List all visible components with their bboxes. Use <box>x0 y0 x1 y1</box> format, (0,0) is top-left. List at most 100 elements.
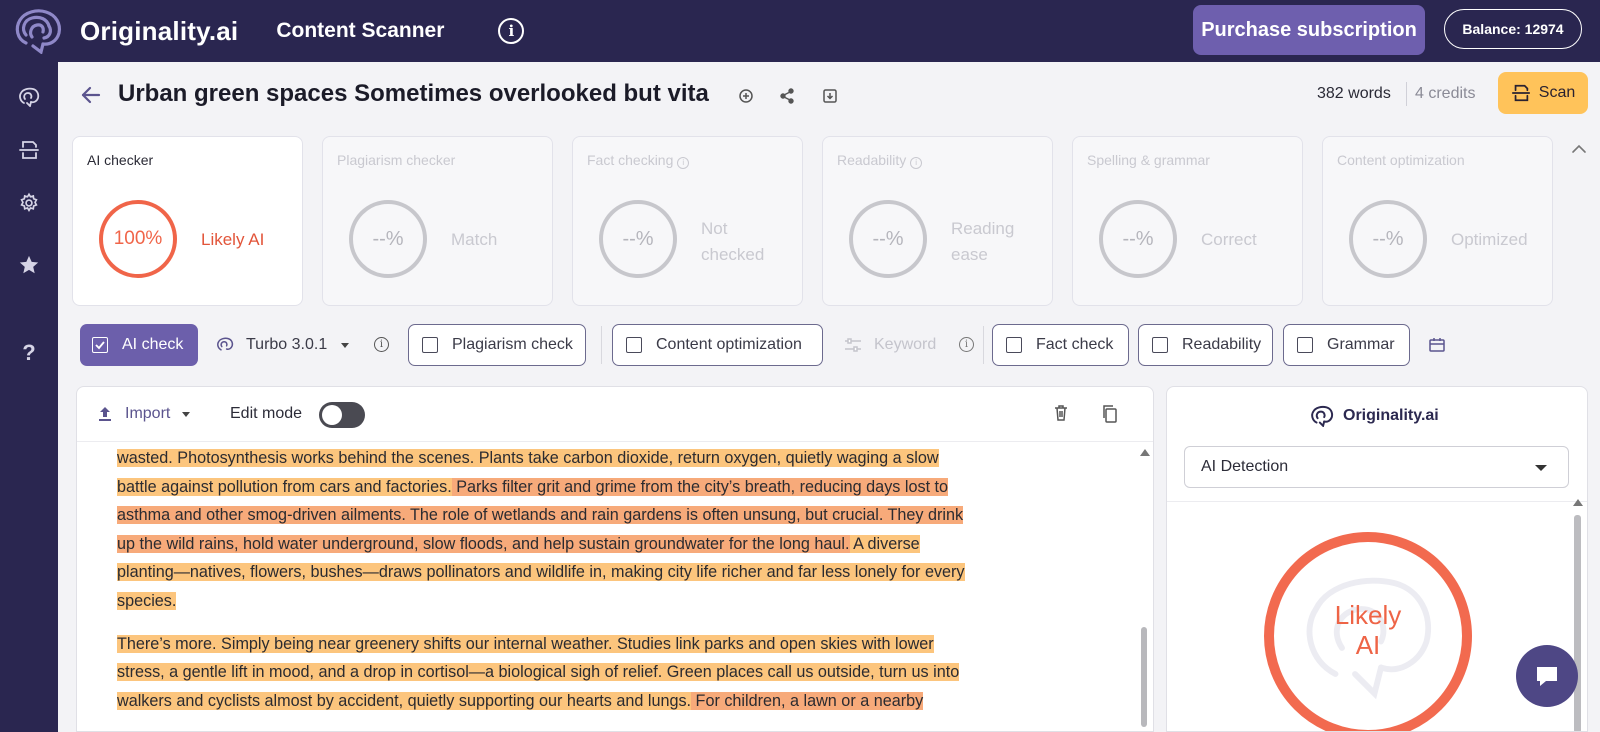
card-spelling-grammar[interactable]: Spelling & grammar --% Correct <box>1072 136 1303 306</box>
balance-badge[interactable]: Balance: 12974 <box>1444 9 1582 49</box>
add-circle-icon[interactable] <box>737 87 755 105</box>
divider <box>983 326 984 364</box>
info-icon[interactable]: i <box>498 18 525 44</box>
brand-logo[interactable]: Originality.ai <box>12 5 238 57</box>
scroll-up-icon[interactable] <box>1140 449 1150 456</box>
card-label: Match <box>451 230 498 249</box>
highlighted-text: species. <box>117 591 177 610</box>
card-label: Not checked <box>701 219 765 264</box>
caret-down-icon <box>1535 465 1547 471</box>
card-fact-checking[interactable]: Fact checking i --% Not checked <box>572 136 803 306</box>
card-title: AI checker <box>87 152 154 168</box>
highlighted-text: stress, a gentle lift in mood, and a dro… <box>117 663 960 682</box>
chat-button[interactable] <box>1516 645 1578 707</box>
highlighted-text: Parks filter grit and grime from the cit… <box>451 477 949 496</box>
card-title: Readability i <box>837 152 923 169</box>
sidebar: ? <box>0 62 58 732</box>
import-label: Import <box>125 405 171 422</box>
ai-check-label: AI check <box>122 336 184 353</box>
highlighted-text: wasted. Photosynthesis works behind the … <box>117 449 939 467</box>
edit-mode-toggle[interactable] <box>319 402 365 428</box>
detection-type-select[interactable]: AI Detection <box>1184 446 1569 488</box>
highlighted-text: battle against pollution from cars and f… <box>117 477 452 496</box>
edit-mode-label: Edit mode <box>230 405 303 422</box>
sliders-icon <box>845 338 861 352</box>
highlighted-text: A diverse <box>849 534 920 553</box>
panel-brand: Originality.ai <box>1310 405 1439 427</box>
info-icon: i <box>677 157 690 169</box>
share-icon[interactable] <box>778 87 796 105</box>
card-readability[interactable]: Readability i --% Reading ease <box>822 136 1053 306</box>
document-text[interactable]: wasted. Photosynthesis works behind the … <box>117 442 1117 731</box>
caret-down-icon <box>341 342 350 348</box>
card-content-optimization[interactable]: Content optimization --% Optimized <box>1322 136 1553 306</box>
gear-icon[interactable] <box>17 191 41 215</box>
score-ring: --% <box>599 200 677 278</box>
info-icon: i <box>910 157 923 169</box>
info-icon[interactable]: i <box>959 337 974 352</box>
plagiarism-check-label: Plagiarism check <box>452 336 573 353</box>
brand-name: Originality.ai <box>80 15 239 46</box>
copy-icon[interactable] <box>1101 404 1119 424</box>
scan-label: Scan <box>1538 84 1576 101</box>
card-title: Plagiarism checker <box>337 152 456 168</box>
scrollbar-thumb[interactable] <box>1574 515 1581 731</box>
chevron-up-icon[interactable] <box>1570 142 1588 156</box>
score-ring: --% <box>349 200 427 278</box>
keyword-label: Keyword <box>874 336 937 353</box>
content-optimization-label: Content optimization <box>656 336 802 353</box>
detection-type-value: AI Detection <box>1201 458 1289 475</box>
grammar-label: Grammar <box>1327 336 1395 353</box>
text-editor[interactable]: Import Edit mode wasted. Photosynthesis … <box>76 386 1154 732</box>
readability-label: Readability <box>1182 336 1262 353</box>
content-optimization-toggle[interactable]: Content optimization <box>612 324 823 366</box>
checkbox-icon <box>1297 337 1313 353</box>
header-divider <box>1406 82 1407 106</box>
panel-divider <box>1167 501 1587 502</box>
download-icon[interactable] <box>821 87 839 105</box>
result-ring: Likely AI <box>1264 532 1472 731</box>
brain-logo-icon <box>12 5 64 57</box>
paragraph: wasted. Photosynthesis works behind the … <box>117 444 1117 616</box>
scroll-up-icon[interactable] <box>1573 499 1583 506</box>
trash-icon[interactable] <box>1053 404 1071 424</box>
keyword-field[interactable]: Keyword <box>844 324 954 366</box>
fact-check-label: Fact check <box>1036 336 1114 353</box>
card-plagiarism-checker[interactable]: Plagiarism checker --% Match <box>322 136 553 306</box>
checkbox-checked-icon <box>92 337 108 353</box>
chat-bubble-icon <box>1537 667 1557 686</box>
import-dropdown[interactable]: Import <box>97 405 191 423</box>
document-title[interactable]: Urban green spaces Sometimes overlooked … <box>118 80 709 108</box>
scrollbar-thumb[interactable] <box>1141 627 1147 727</box>
highlighted-text: planting—natives, flowers, bushes—draws … <box>117 563 965 582</box>
checkbox-icon <box>422 337 438 353</box>
help-icon[interactable]: ? <box>17 340 41 365</box>
card-label: Reading ease <box>951 219 1015 264</box>
highlighted-text: There’s more. Simply being near greenery… <box>117 634 934 653</box>
highlighted-text: For children, a lawn or a nearby <box>691 691 924 710</box>
model-select[interactable]: Turbo 3.0.1 <box>216 324 358 366</box>
card-label: Correct <box>1201 230 1257 249</box>
back-arrow-icon[interactable] <box>78 82 104 108</box>
scanner-icon[interactable] <box>17 138 41 162</box>
brain-icon <box>217 337 234 351</box>
info-icon[interactable]: i <box>374 337 389 352</box>
grammar-toggle[interactable]: Grammar <box>1283 324 1410 366</box>
ai-check-toggle[interactable]: AI check <box>80 324 198 366</box>
score-ring: 100% <box>99 200 177 278</box>
calendar-icon[interactable] <box>1428 324 1452 366</box>
plagiarism-check-toggle[interactable]: Plagiarism check <box>408 324 586 366</box>
top-bar: Originality.ai Content Scanner i Purchas… <box>0 0 1600 62</box>
fact-check-toggle[interactable]: Fact check <box>992 324 1129 366</box>
brain-logo-icon <box>1311 405 1334 427</box>
divider <box>601 326 602 364</box>
scan-button[interactable]: Scan <box>1498 72 1588 114</box>
model-label: Turbo 3.0.1 <box>246 336 328 353</box>
star-icon[interactable] <box>17 253 41 277</box>
result-label: Likely AI <box>1334 600 1402 660</box>
brain-icon[interactable] <box>17 85 41 109</box>
purchase-subscription-button[interactable]: Purchase subscription <box>1193 5 1425 55</box>
readability-toggle[interactable]: Readability <box>1138 324 1273 366</box>
panel-brand-name: Originality.ai <box>1343 407 1439 424</box>
card-ai-checker[interactable]: AI checker 100% Likely AI <box>72 136 303 306</box>
